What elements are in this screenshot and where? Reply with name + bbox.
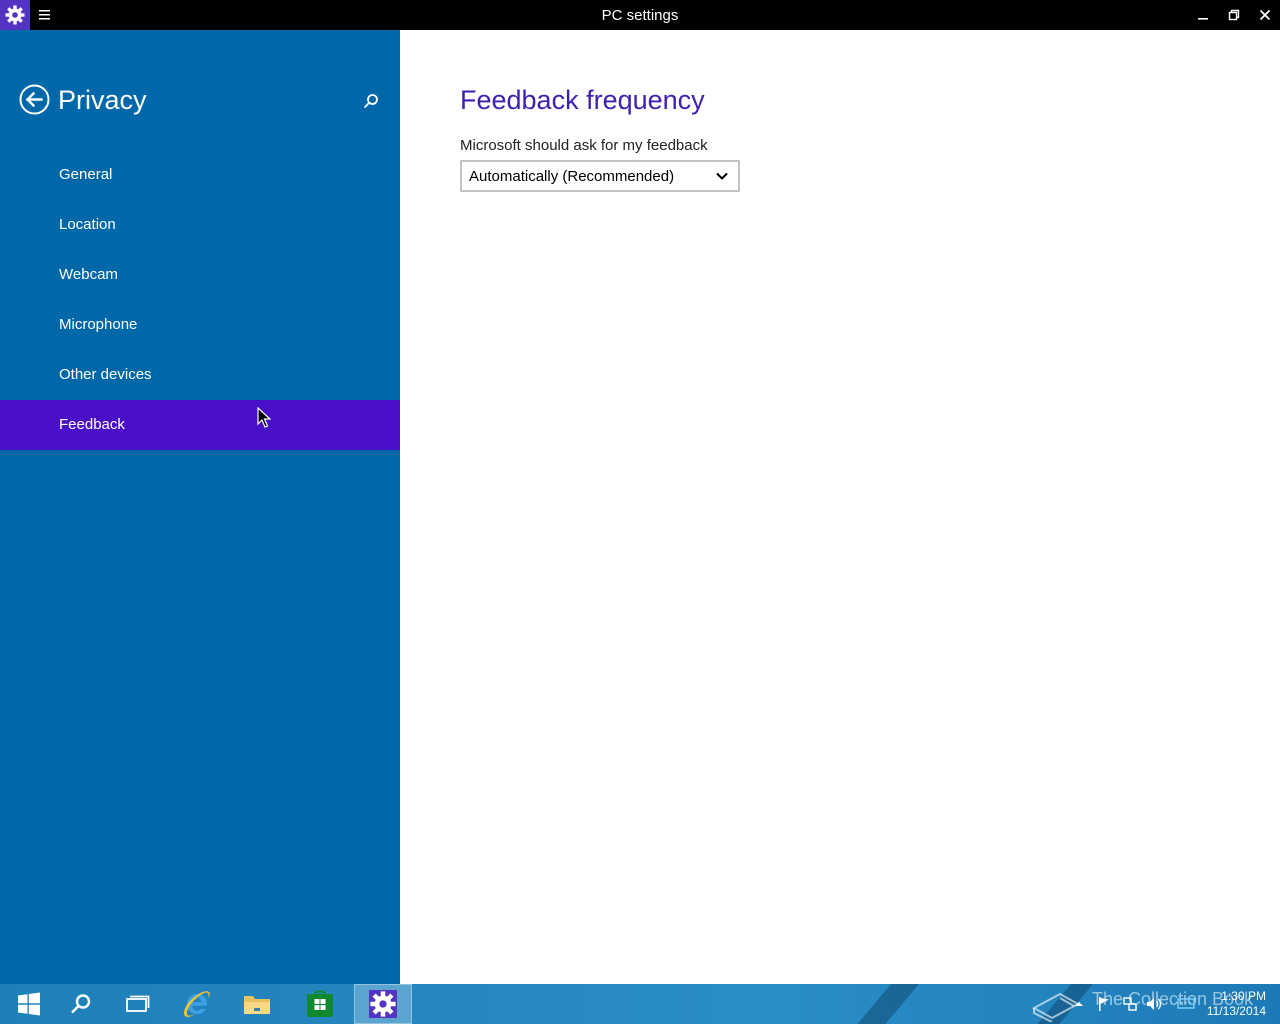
window-title: PC settings [601,7,679,24]
settings-gear-icon[interactable] [0,0,30,30]
privacy-nav: General Location Webcam Microphone Other… [0,150,400,450]
keyboard-language-icon[interactable] [1174,984,1198,1024]
page-title: Privacy [58,85,147,115]
mouse-cursor-icon [257,406,272,429]
main-content: Feedback frequency Microsoft should ask … [400,30,1280,984]
clock-date: 11/13/2014 [1206,1004,1266,1018]
close-button[interactable] [1250,0,1280,30]
start-button[interactable] [0,984,58,1024]
restore-button[interactable] [1219,0,1249,30]
sidebar-item-webcam[interactable]: Webcam [0,250,400,300]
store-bag-icon [307,990,333,1017]
sidebar-item-feedback[interactable]: Feedback [0,400,400,450]
file-explorer-button[interactable] [228,984,286,1024]
title-bar: PC settings [0,0,1280,30]
show-hidden-icons-chevron-icon[interactable] [1071,984,1087,1024]
task-view-button[interactable] [108,984,166,1024]
section-title: Feedback frequency [460,85,705,115]
store-button[interactable] [291,984,349,1024]
folder-icon [244,996,270,1014]
task-view-icon [126,995,150,1012]
dropdown-selected-value: Automatically (Recommended) [469,167,675,185]
windows-logo-icon [18,992,40,1016]
taskbar-search-button[interactable] [52,984,110,1024]
clock-time: 1:30 PM [1221,989,1266,1003]
chevron-down-icon [710,164,734,188]
settings-gear-icon [369,990,397,1018]
sidebar-item-microphone[interactable]: Microphone [0,300,400,350]
search-icon [71,994,91,1014]
taskbar: The Collection Book 1:30 PM 11/13/2014 [0,984,1280,1024]
sidebar-item-general[interactable]: General [0,150,400,200]
search-icon[interactable] [360,90,382,112]
system-clock[interactable]: 1:30 PM 11/13/2014 [1196,989,1266,1019]
taskbar-decoration [840,984,928,1024]
network-icon[interactable] [1119,984,1141,1024]
volume-icon[interactable] [1143,984,1165,1024]
sidebar-item-location[interactable]: Location [0,200,400,250]
minimize-button[interactable] [1188,0,1218,30]
feedback-frequency-dropdown[interactable]: Automatically (Recommended) [460,160,740,192]
sidebar: Privacy General Location Webcam Micropho… [0,30,400,984]
internet-explorer-icon [184,991,210,1017]
internet-explorer-button[interactable] [168,984,226,1024]
feedback-frequency-label: Microsoft should ask for my feedback [460,137,708,154]
back-arrow-icon[interactable] [19,84,50,115]
sidebar-item-other-devices[interactable]: Other devices [0,350,400,400]
action-center-flag-icon[interactable] [1094,984,1114,1024]
pc-settings-taskbar-button[interactable] [354,984,412,1024]
hamburger-menu-icon[interactable] [34,5,56,25]
